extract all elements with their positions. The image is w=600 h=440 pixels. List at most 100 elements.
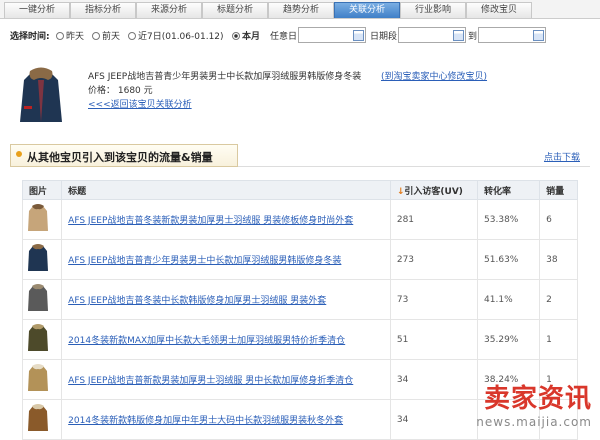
item-title-link[interactable]: 2014冬装新款MAX加厚中长款大毛领男士加厚羽绒服男特价折季清仓 xyxy=(68,336,345,346)
radio-icon xyxy=(56,32,64,40)
title-cell: AFS JEEP战地吉普新款男装加厚男士羽绒服 男中长款加厚修身折季清仓 xyxy=(61,359,391,400)
sales-cell: 6 xyxy=(539,199,578,240)
radio-icon xyxy=(92,32,100,40)
radio-yesterday[interactable]: 昨天 xyxy=(56,29,84,42)
col-rate[interactable]: 转化率 xyxy=(477,180,541,200)
watermark-cn: 卖家资讯 xyxy=(483,384,592,414)
uv-cell: 281 xyxy=(389,199,479,240)
col-image: 图片 xyxy=(21,180,63,200)
tab-label: 标题分析 xyxy=(216,5,253,15)
title-cell: AFS JEEP战地吉普冬装新款男装加厚男士羽绒服 男装修板修身时尚外套 xyxy=(61,199,391,240)
time-selector: 选择时间: 昨天 前天 近7日(01.06-01.12) 本月 任意日 日期段 … xyxy=(0,26,600,44)
calendar-icon[interactable] xyxy=(453,30,464,41)
item-title-link[interactable]: AFS JEEP战地吉普冬装新款男装加厚男士羽绒服 男装修板修身时尚外套 xyxy=(68,216,353,226)
date-range-end-input[interactable] xyxy=(478,27,546,43)
time-label: 选择时间: xyxy=(10,32,50,42)
table-row: AFS JEEP战地吉普青少年男装男士中长款加厚羽绒服男韩版修身冬装 273 5… xyxy=(21,239,578,280)
col-sales[interactable]: 销量 xyxy=(539,180,578,200)
radio-label: 近7日(01.06-01.12) xyxy=(138,32,224,42)
date-range-start-input[interactable] xyxy=(398,27,466,43)
date-range-to-label: 到 xyxy=(468,32,478,42)
thumb-cell xyxy=(21,279,63,320)
thumb-cell xyxy=(21,239,63,280)
tab-metric[interactable]: 指标分析 xyxy=(70,2,136,18)
tab-label: 趋势分析 xyxy=(282,5,319,15)
calendar-icon[interactable] xyxy=(533,30,544,41)
rate-cell: 53.38% xyxy=(477,199,541,240)
tab-industry[interactable]: 行业影响 xyxy=(400,2,466,18)
title-cell: 2014冬装新款MAX加厚中长款大毛领男士加厚羽绒服男特价折季清仓 xyxy=(61,319,391,360)
download-link[interactable]: 点击下载 xyxy=(544,150,580,163)
sales-cell: 2 xyxy=(539,279,578,320)
tab-label: 一键分析 xyxy=(18,5,55,15)
calendar-icon[interactable] xyxy=(353,30,364,41)
watermark-en: news.maijia.com xyxy=(476,415,592,429)
radio-day-before[interactable]: 前天 xyxy=(92,29,120,42)
table-row: AFS JEEP战地吉普冬装新款男装加厚男士羽绒服 男装修板修身时尚外套 281… xyxy=(21,199,578,240)
radio-this-month[interactable]: 本月 xyxy=(232,29,260,42)
tab-trend[interactable]: 趋势分析 xyxy=(268,2,334,18)
product-price: 价格： 1680 元 xyxy=(88,86,153,96)
coat-thumb-grey[interactable] xyxy=(27,283,49,313)
title-cell: 2014冬装新款韩版修身加厚中年男士大码中长款羽绒服男装秋冬外套 xyxy=(61,399,391,440)
title-cell: AFS JEEP战地吉普冬装中长款韩版修身加厚男士羽绒服 男装外套 xyxy=(61,279,391,320)
custom-day-input[interactable] xyxy=(298,27,366,43)
rate-cell: 35.29% xyxy=(477,319,541,360)
uv-cell: 34 xyxy=(389,399,479,440)
radio-checked-icon xyxy=(232,32,240,40)
uv-cell: 51 xyxy=(389,319,479,360)
table-row: 2014冬装新款MAX加厚中长款大毛领男士加厚羽绒服男特价折季清仓 51 35.… xyxy=(21,319,578,360)
item-title-link[interactable]: 2014冬装新款韩版修身加厚中年男士大码中长款羽绒服男装秋冬外套 xyxy=(68,416,343,426)
tab-one-click[interactable]: 一键分析 xyxy=(4,2,70,18)
item-title-link[interactable]: AFS JEEP战地吉普新款男装加厚男士羽绒服 男中长款加厚修身折季清仓 xyxy=(68,376,353,386)
bullet-icon xyxy=(16,151,22,157)
tab-association[interactable]: 关联分析 xyxy=(334,2,400,18)
item-title-link[interactable]: AFS JEEP战地吉普冬装中长款韩版修身加厚男士羽绒服 男装外套 xyxy=(68,296,326,306)
watermark: 卖家资讯 news.maijia.com xyxy=(476,378,592,429)
table-row: AFS JEEP战地吉普冬装中长款韩版修身加厚男士羽绒服 男装外套 73 41.… xyxy=(21,279,578,320)
coat-thumb-olive[interactable] xyxy=(27,323,49,353)
custom-day-label: 任意日 xyxy=(270,32,298,42)
title-cell: AFS JEEP战地吉普青少年男装男士中长款加厚羽绒服男韩版修身冬装 xyxy=(61,239,391,280)
uv-cell: 273 xyxy=(389,239,479,280)
radio-label: 昨天 xyxy=(66,32,85,42)
coat-thumb-khaki[interactable] xyxy=(27,363,49,393)
section-title-box: 从其他宝贝引入到该宝贝的流量&销量 xyxy=(10,144,238,167)
col-title: 标题 xyxy=(61,180,391,200)
col-uv-label: 引入访客(UV) xyxy=(404,186,463,197)
sales-cell: 1 xyxy=(539,319,578,360)
section-header: 从其他宝贝引入到该宝贝的流量&销量 点击下载 xyxy=(10,144,590,167)
radio-icon xyxy=(128,32,136,40)
col-uv[interactable]: ↓引入访客(UV) xyxy=(389,180,479,200)
uv-cell: 73 xyxy=(389,279,479,320)
tab-label: 修改宝贝 xyxy=(480,5,517,15)
item-title-link[interactable]: AFS JEEP战地吉普青少年男装男士中长款加厚羽绒服男韩版修身冬装 xyxy=(68,256,341,266)
rate-cell: 51.63% xyxy=(477,239,541,280)
coat-thumb-tan[interactable] xyxy=(27,203,49,233)
product-title: AFS JEEP战地吉普青少年男装男士中长款加厚羽绒服男韩版修身冬装 xyxy=(88,72,362,82)
edit-in-seller-center-link[interactable]: (到淘宝卖家中心修改宝贝) xyxy=(381,69,487,82)
date-range-label: 日期段 xyxy=(370,32,398,42)
sales-cell: 38 xyxy=(539,239,578,280)
table-header-row: 图片 标题 ↓引入访客(UV) 转化率 销量 xyxy=(21,180,578,200)
uv-cell: 34 xyxy=(389,359,479,400)
radio-last-7-days[interactable]: 近7日(01.06-01.12) xyxy=(128,29,224,42)
back-to-association-link[interactable]: <<<返回该宝贝关联分析 xyxy=(88,97,192,110)
coat-thumb-brown[interactable] xyxy=(27,403,49,433)
thumb-cell xyxy=(21,199,63,240)
tab-bar: 一键分析 指标分析 来源分析 标题分析 趋势分析 关联分析 行业影响 修改宝贝 xyxy=(0,0,600,19)
coat-thumb-navy[interactable] xyxy=(27,243,49,273)
rate-cell: 41.1% xyxy=(477,279,541,320)
tab-source[interactable]: 来源分析 xyxy=(136,2,202,18)
radio-label: 本月 xyxy=(242,32,261,42)
tab-label: 关联分析 xyxy=(348,5,385,15)
tab-title[interactable]: 标题分析 xyxy=(202,2,268,18)
tab-label: 来源分析 xyxy=(150,5,187,15)
product-image[interactable] xyxy=(18,66,64,126)
thumb-cell xyxy=(21,359,63,400)
thumb-cell xyxy=(21,319,63,360)
tab-label: 行业影响 xyxy=(414,5,451,15)
tab-edit-item[interactable]: 修改宝贝 xyxy=(466,2,532,18)
tab-label: 指标分析 xyxy=(84,5,121,15)
section-title: 从其他宝贝引入到该宝贝的流量&销量 xyxy=(27,151,213,164)
